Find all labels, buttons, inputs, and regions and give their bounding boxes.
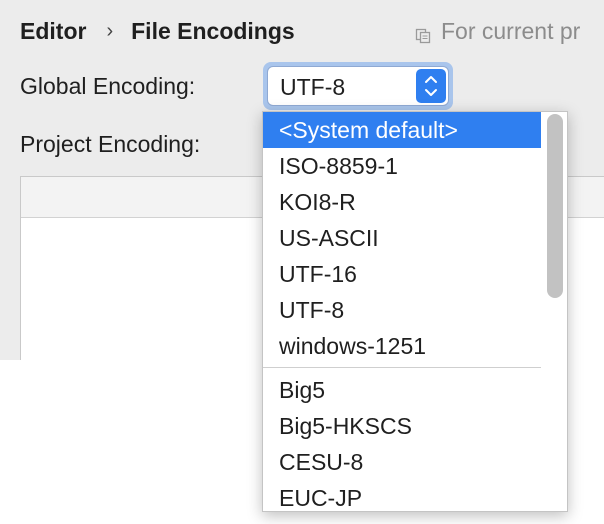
option-system-default[interactable]: <System default> [263,112,541,148]
breadcrumb-current: File Encodings [131,17,295,44]
option-utf-16[interactable]: UTF-16 [263,256,541,292]
scope-hint-text: For current pr [441,17,581,44]
option-big5-hkscs[interactable]: Big5-HKSCS [263,408,541,444]
option-cesu-8[interactable]: CESU-8 [263,444,541,480]
breadcrumb: Editor › File Encodings [20,14,295,48]
global-encoding-label: Global Encoding: [20,73,196,99]
encoding-options: <System default> ISO-8859-1 KOI8-R US-AS… [263,112,541,511]
dropdown-scrollbar[interactable] [547,114,563,508]
global-encoding-value: UTF-8 [280,74,346,100]
option-euc-jp[interactable]: EUC-JP [263,480,541,511]
scrollbar-thumb[interactable] [547,114,563,298]
project-encoding-label: Project Encoding: [20,131,201,157]
list-separator [263,364,541,372]
global-encoding-select[interactable]: UTF-8 [267,66,449,106]
up-down-arrows-icon[interactable] [416,69,446,103]
option-big5[interactable]: Big5 [263,372,541,408]
copy-icon [415,23,431,44]
scope-hint: For current pr [415,14,580,48]
option-koi8-r[interactable]: KOI8-R [263,184,541,220]
option-windows-1251[interactable]: windows-1251 [263,328,541,364]
chevron-right-icon: › [106,19,114,42]
option-us-ascii[interactable]: US-ASCII [263,220,541,256]
option-iso-8859-1[interactable]: ISO-8859-1 [263,148,541,184]
option-utf-8[interactable]: UTF-8 [263,292,541,328]
breadcrumb-parent[interactable]: Editor [20,18,86,45]
encoding-dropdown-list[interactable]: <System default> ISO-8859-1 KOI8-R US-AS… [262,111,568,512]
